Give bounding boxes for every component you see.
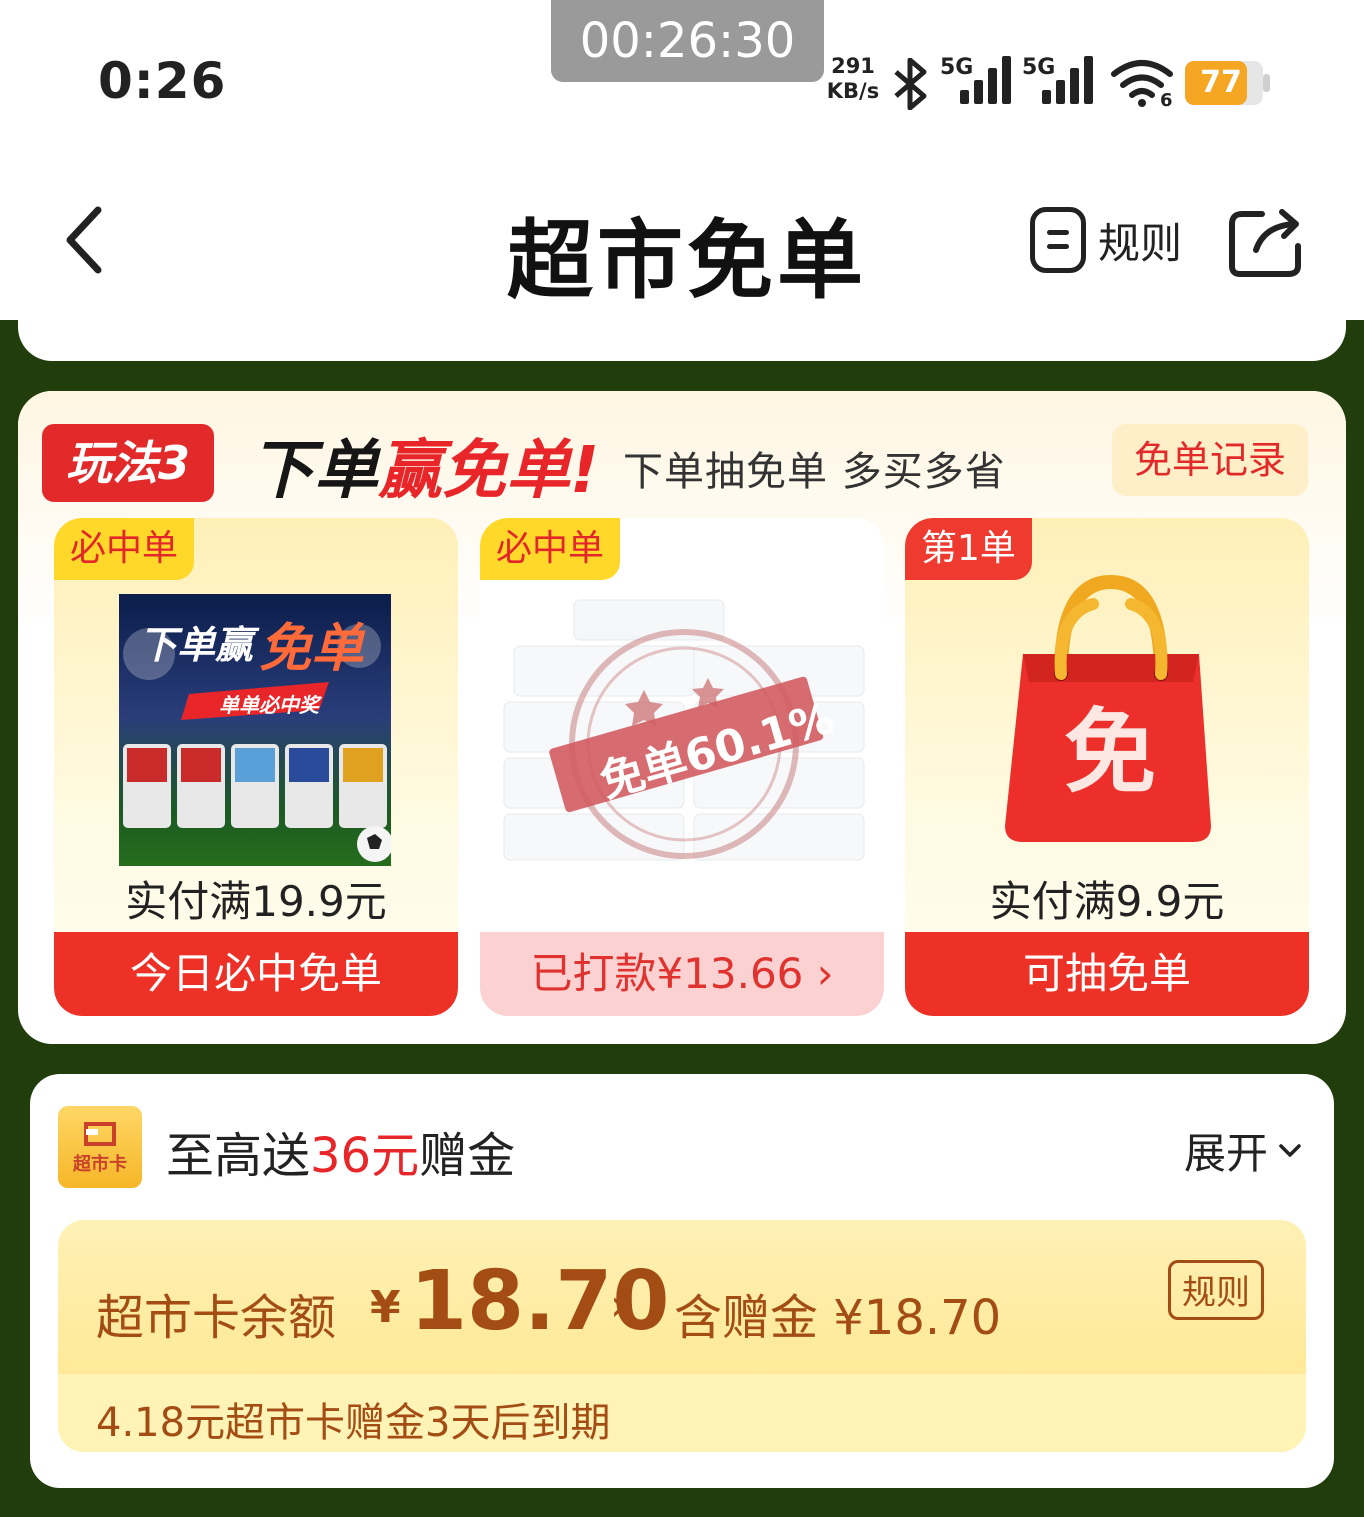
network-speed: 291 KB/s (822, 54, 884, 104)
card-icon-label: 超市卡 (73, 1154, 127, 1175)
bonus-headline-suffix: 赠金 (419, 1128, 516, 1184)
status-time: 0:26 (98, 52, 227, 110)
free-order-tile-3[interactable]: 第1单 免 实付满9.9元 可抽免单 (905, 518, 1309, 1016)
chevron-down-icon (1279, 1143, 1301, 1157)
card-rules-button[interactable]: 规则 (1168, 1260, 1264, 1320)
tile-action-button[interactable]: 今日必中免单 (54, 932, 458, 1016)
bag-char: 免 (1063, 699, 1156, 806)
balance-amount: 18.70 (410, 1254, 670, 1349)
bonus-headline-amount: 36元 (310, 1128, 420, 1184)
card-balance-panel[interactable]: 超市卡余额 ¥ 18.70 › 含赠金 ¥18.70 规则 4.18元超市卡赠金… (58, 1220, 1306, 1452)
screen-recorder-timer[interactable]: 00:26:30 (551, 0, 824, 82)
supermarket-card-icon: 超市卡 (58, 1106, 142, 1188)
play3-subtitle: 下单抽免单 多买多省 (623, 449, 1006, 495)
promo-text-2: 免单 (259, 619, 364, 679)
play3-badge: 玩法3 (42, 424, 214, 502)
free-order-tile-2[interactable]: 必中单 免单60.1% 已打款¥13.66 › (480, 518, 884, 1016)
free-order-tile-1[interactable]: 必中单 下单赢 免单 单单必中奖 实付满19.9元 今日必中免单 (54, 518, 458, 1016)
bluetooth-icon (894, 58, 927, 110)
rules-button[interactable]: 规则 (1030, 202, 1182, 278)
promo-text-3: 单单必中奖 (219, 693, 319, 717)
balance-currency: ¥ (370, 1282, 401, 1333)
balance-chevron-icon[interactable]: › (610, 1280, 628, 1331)
card-icon-glyph (84, 1122, 116, 1146)
free-order-record-button[interactable]: 免单记录 (1112, 424, 1308, 496)
promo-text-1: 下单赢 (139, 623, 254, 667)
supermarket-card-section: 超市卡 至高送36元赠金 展开 超市卡余额 ¥ 18.70 › 含赠金 ¥18.… (30, 1074, 1334, 1488)
bonus-headline-prefix: 至高送 (166, 1128, 311, 1184)
tile-tag: 必中单 (54, 518, 195, 580)
tile-action-button[interactable]: 可抽免单 (905, 932, 1309, 1016)
play3-card: 玩法3 下单 赢免单! 下单抽免单 多买多省 免单记录 必中单 下单赢 免单 单… (18, 391, 1346, 1044)
share-icon[interactable] (1226, 204, 1306, 280)
expire-notice-bar: 4.18元超市卡赠金3天后到期 (58, 1374, 1306, 1452)
page-title: 超市免单 (507, 211, 867, 311)
play3-title-part2: 赢免单! (378, 434, 600, 508)
battery-level: 77 (1200, 65, 1242, 100)
tile-tag: 第1单 (905, 518, 1032, 580)
included-bonus: 含赠金 ¥18.70 (674, 1290, 1002, 1346)
wifi-sub-label: 6 (1160, 90, 1173, 108)
signal-label-2: 5G (1022, 55, 1055, 80)
network-speed-unit: KB/s (826, 79, 880, 103)
cellular-signal-icon: 5G (1022, 55, 1093, 104)
expand-button[interactable]: 展开 (1184, 1120, 1302, 1181)
status-bar: 0:26 00:26:30 291 KB/s 5G 5G 6 77 (0, 0, 1364, 140)
previous-card-bottom (18, 305, 1346, 361)
document-icon (1030, 207, 1086, 273)
expand-label: 展开 (1184, 1129, 1269, 1178)
tile-tag: 必中单 (480, 518, 621, 580)
tile-condition: 实付满9.9元 (989, 877, 1225, 926)
tile-condition: 实付满19.9元 (125, 877, 387, 926)
back-arrow-icon[interactable] (58, 202, 118, 278)
network-speed-value: 291 (831, 54, 875, 78)
promo-image: 下单赢 免单 单单必中奖 (119, 594, 391, 866)
signal-label-1: 5G (940, 55, 973, 80)
expire-notice: 4.18元超市卡赠金3天后到期 (96, 1400, 611, 1446)
balance-label: 超市卡余额 (96, 1290, 337, 1346)
wifi-icon: 6 (1111, 60, 1173, 108)
play3-title-part1: 下单 (250, 434, 378, 508)
tile-action-button[interactable]: 已打款¥13.66 › (480, 932, 884, 1016)
bonus-headline: 至高送36元赠金 (166, 1116, 515, 1186)
rules-label: 规则 (1098, 218, 1183, 268)
cellular-signal-icon: 5G (940, 55, 1011, 104)
nav-bar: 超市免单 规则 (0, 140, 1364, 320)
